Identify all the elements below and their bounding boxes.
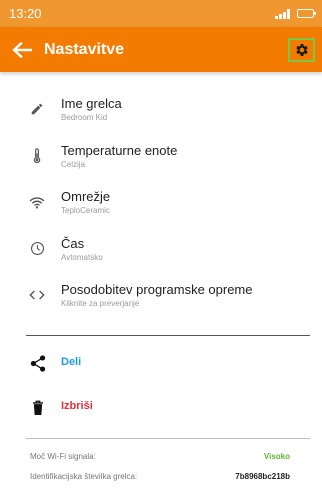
thermometer-icon [27, 146, 47, 166]
heater-id-label: Identifikacijska številka grelca: [30, 472, 138, 481]
setting-network[interactable]: Omrežje TeploCeramic [0, 183, 322, 230]
pencil-icon [27, 99, 47, 119]
battery-icon [297, 9, 316, 18]
wifi-icon [27, 192, 47, 212]
arrow-left-icon [12, 41, 32, 58]
setting-value: TeploCeramic [61, 206, 110, 215]
trash-icon [28, 397, 48, 417]
back-button[interactable] [0, 27, 44, 72]
heater-id-value: 7b8968bc218b [235, 472, 290, 481]
setting-label: Omrežje [61, 189, 111, 204]
code-icon [27, 285, 47, 305]
share-label: Deli [61, 356, 82, 368]
divider [26, 438, 310, 439]
setting-label: Temperaturne enote [61, 142, 178, 158]
wifi-signal-label: Moč Wi-Fi signala: [30, 452, 96, 461]
setting-time[interactable]: Čas Avtomatsko [0, 230, 322, 277]
share-icon [28, 353, 48, 373]
setting-value: Bedroom Kid [61, 113, 108, 122]
status-icons [275, 8, 316, 19]
setting-value: Celzija [61, 159, 86, 169]
setting-value: Avtomatsko [61, 252, 103, 262]
setting-temperature-units[interactable]: Temperaturne enote Celzija [0, 137, 322, 184]
wifi-signal-row: Moč Wi-Fi signala: Visoko [30, 452, 290, 461]
setting-label: Čas [61, 235, 85, 251]
app-bar: Nastavitve [0, 27, 322, 72]
heater-id-row: Identifikacijska številka grelca: 7b8968… [30, 472, 290, 481]
status-bar: 13:20 [0, 0, 322, 27]
wifi-signal-value: Visoko [263, 452, 290, 461]
settings-screen: 13:20 Nastavitve Ime grelca Bedroom Kid … [0, 0, 322, 491]
setting-value: Kliknite za preverjanje [61, 299, 140, 308]
delete-label: Izbriši [61, 400, 93, 412]
divider [26, 335, 310, 336]
settings-list: Ime grelca Bedroom Kid Temperaturne enot… [0, 90, 322, 323]
gear-icon [295, 44, 308, 56]
setting-label: Ime grelca [61, 96, 122, 111]
status-time: 13:20 [9, 6, 42, 21]
setting-heater-name[interactable]: Ime grelca Bedroom Kid [0, 90, 322, 137]
share-button[interactable]: Deli [0, 343, 322, 383]
setting-firmware-update[interactable]: Posodobitev programske opreme Kliknite z… [0, 276, 322, 323]
clock-icon [27, 239, 47, 259]
page-title: Nastavitve [44, 40, 125, 58]
settings-gear-button[interactable] [288, 38, 315, 62]
signal-icon [275, 8, 290, 19]
delete-button[interactable]: Izbriši [0, 387, 322, 427]
setting-label: Posodobitev programske opreme [61, 282, 253, 297]
